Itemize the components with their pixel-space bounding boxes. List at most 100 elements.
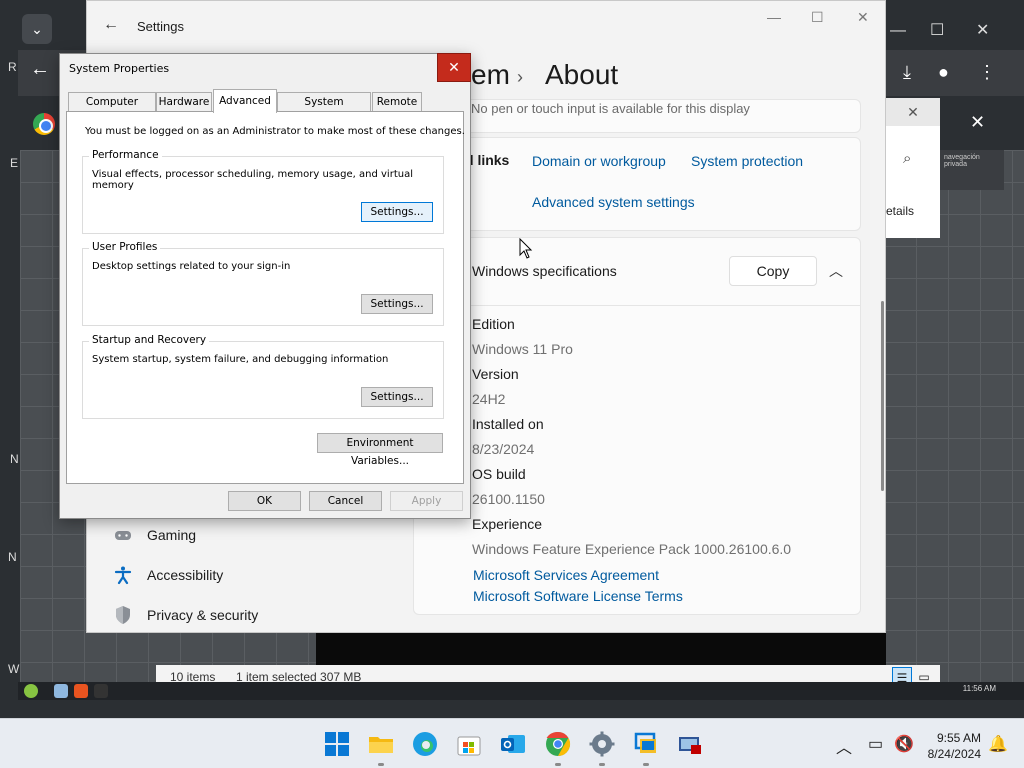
related-links-label: d links <box>465 152 510 168</box>
remote-desktop-icon[interactable] <box>633 731 659 757</box>
breadcrumb-chevron-icon: › <box>517 67 523 87</box>
user-profiles-settings-button[interactable]: Settings... <box>361 294 433 314</box>
start-icon[interactable] <box>324 731 350 757</box>
startup-recovery-settings-button[interactable]: Settings... <box>361 387 433 407</box>
vm-menu-chevron-icon[interactable]: ⌄ <box>22 14 52 44</box>
network-icon[interactable]: ▭ <box>868 734 883 754</box>
edge-letter: E <box>10 156 19 170</box>
edge-letter: N <box>8 550 17 564</box>
spec-value-edition: Windows 11 Pro <box>472 341 573 357</box>
chrome-icon[interactable] <box>545 731 571 757</box>
maximize-icon[interactable]: ☐ <box>811 9 824 26</box>
more-icon[interactable]: ⋮ <box>978 62 996 83</box>
edge-letter: R <box>8 60 17 74</box>
system-properties-dialog: System Properties ✕ Computer Name Hardwa… <box>59 53 471 519</box>
mint-menu-icon[interactable] <box>24 684 38 698</box>
close-icon[interactable]: ✕ <box>970 112 985 133</box>
vm-app-icon[interactable] <box>74 684 88 698</box>
search-icon[interactable]: ⌕ <box>903 150 911 167</box>
panel-close-icon[interactable]: ✕ <box>886 98 940 126</box>
edge-letter: N <box>10 452 19 466</box>
mouse-cursor-icon <box>519 238 533 259</box>
notification-bell-icon[interactable]: 🔔 <box>988 734 1008 754</box>
vm-icon[interactable] <box>677 731 703 757</box>
apply-button[interactable]: Apply <box>390 491 463 511</box>
mini-browser-text: navegación privada <box>944 154 980 168</box>
tab-remote[interactable]: Remote <box>372 92 422 112</box>
running-indicator <box>555 763 561 766</box>
cancel-button[interactable]: Cancel <box>309 491 382 511</box>
license-terms-link[interactable]: Microsoft Software License Terms <box>473 588 683 604</box>
admin-note: You must be logged on as an Administrato… <box>85 126 465 137</box>
performance-settings-button[interactable]: Settings... <box>361 202 433 222</box>
vm-taskbar: 11:56 AM <box>18 682 1024 700</box>
spec-label-installed: Installed on <box>472 416 544 432</box>
spec-label-edition: Edition <box>472 316 515 332</box>
vm-clock: 11:56 AM <box>962 684 996 693</box>
copy-button[interactable]: Copy <box>729 256 817 286</box>
scrollbar[interactable] <box>881 301 884 491</box>
clock[interactable]: 9:55 AM 8/24/2024 <box>928 730 981 762</box>
spec-label-os-build: OS build <box>472 466 526 482</box>
running-indicator <box>378 763 384 766</box>
spec-value-version: 24H2 <box>472 391 506 407</box>
vm-terminal-icon[interactable] <box>94 684 108 698</box>
close-icon[interactable]: ✕ <box>976 20 989 40</box>
nav-item-label: Privacy & security <box>147 607 259 623</box>
settings-window-title: Settings <box>137 19 184 34</box>
vm-files-icon[interactable] <box>54 684 68 698</box>
dialog-title: System Properties <box>69 62 170 75</box>
tab-system-protection[interactable]: System Protection <box>277 92 371 126</box>
close-icon[interactable]: ✕ <box>857 9 869 26</box>
nav-item-label: Accessibility <box>147 567 224 583</box>
running-indicator <box>599 763 605 766</box>
user-profiles-group: User Profiles Desktop settings related t… <box>82 241 444 326</box>
minimize-icon[interactable]: — <box>767 9 781 25</box>
browser-back-icon[interactable]: ← <box>30 58 50 81</box>
spec-value-os-build: 26100.1150 <box>472 491 545 507</box>
minimize-icon[interactable]: — <box>890 22 906 40</box>
tab-hardware[interactable]: Hardware <box>156 92 212 112</box>
performance-group: Performance Visual effects, processor sc… <box>82 149 444 234</box>
volume-muted-icon[interactable]: 🔇 <box>894 734 914 754</box>
pen-touch-text: No pen or touch input is available for t… <box>471 101 750 116</box>
domain-workgroup-link[interactable]: Domain or workgroup <box>532 153 666 169</box>
tab-computer-name[interactable]: Computer Name <box>68 92 156 126</box>
close-icon[interactable]: ✕ <box>437 53 471 82</box>
system-protection-link[interactable]: System protection <box>691 153 803 169</box>
environment-variables-button[interactable]: Environment Variables... <box>317 433 443 467</box>
accessibility-icon <box>113 565 133 585</box>
group-title: Startup and Recovery <box>89 334 210 346</box>
chevron-up-icon[interactable]: ︿ <box>829 261 843 281</box>
windows-taskbar: ︿ ▭ 🔇 9:55 AM 8/24/2024 🔔 <box>0 718 1024 768</box>
account-icon[interactable]: ● <box>938 62 949 83</box>
nav-item-label: Gaming <box>147 527 197 543</box>
back-arrow-icon[interactable]: ← <box>103 16 119 34</box>
startup-recovery-group: Startup and Recovery System startup, sys… <box>82 334 444 419</box>
edge-letter: W <box>8 662 20 676</box>
clock-time: 9:55 AM <box>936 731 981 745</box>
edge-icon[interactable] <box>412 731 438 757</box>
settings-icon[interactable] <box>589 731 615 757</box>
advanced-system-settings-link[interactable]: Advanced system settings <box>532 194 695 210</box>
panel-details-text: etails <box>886 204 915 218</box>
spec-value-installed: 8/23/2024 <box>472 441 535 457</box>
breadcrumb-parent[interactable]: em <box>471 59 510 91</box>
background-terminal-area <box>316 633 886 665</box>
group-description: Desktop settings related to your sign-in <box>92 261 291 272</box>
store-icon[interactable] <box>456 731 482 757</box>
gamepad-icon <box>113 525 133 545</box>
services-agreement-link[interactable]: Microsoft Services Agreement <box>473 567 659 583</box>
ok-button[interactable]: OK <box>228 491 301 511</box>
group-title: User Profiles <box>89 241 161 253</box>
outlook-icon[interactable] <box>500 731 526 757</box>
group-title: Performance <box>89 149 162 161</box>
page-title: About <box>545 59 619 90</box>
tab-advanced[interactable]: Advanced <box>213 89 277 113</box>
maximize-icon[interactable]: ☐ <box>930 20 944 40</box>
file-explorer-icon[interactable] <box>368 731 394 757</box>
chevron-up-icon[interactable]: ︿ <box>836 734 852 758</box>
group-description: Visual effects, processor scheduling, me… <box>92 169 413 191</box>
download-icon[interactable]: ⤓ <box>903 62 911 83</box>
spec-label-experience: Experience <box>472 516 543 532</box>
